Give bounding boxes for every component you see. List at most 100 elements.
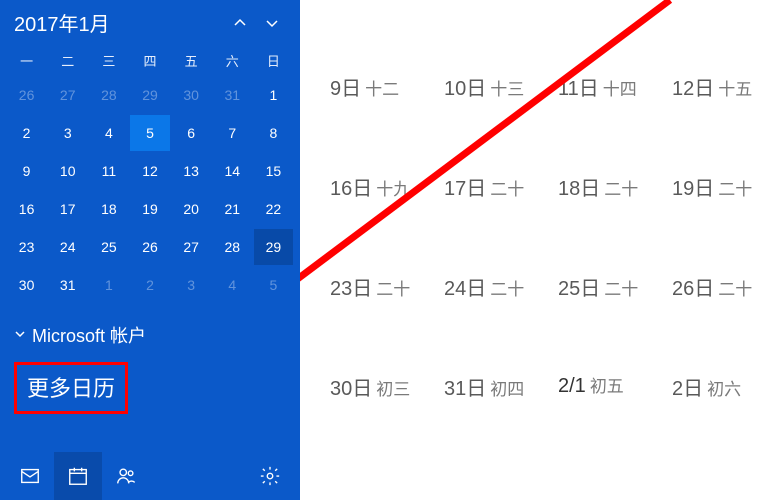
weekday: 二 [47,51,88,70]
date-cell[interactable]: 7 [213,115,252,151]
date-cell[interactable]: 5 [254,267,293,303]
day-cell[interactable]: 10日十三 [444,72,554,101]
day-number: 19日 [672,172,714,201]
day-number: 11日 [558,72,599,101]
date-cell[interactable]: 16 [7,191,46,227]
date-cell[interactable]: 13 [172,153,211,189]
day-lunar: 十二 [365,75,399,100]
month-title[interactable]: 2017年1月 [14,8,226,37]
weekday: 一 [6,51,47,70]
date-cell[interactable]: 3 [172,267,211,303]
day-cell[interactable]: 18日二十 [558,172,668,201]
date-cell[interactable]: 8 [254,115,293,151]
day-lunar: 初六 [707,375,741,400]
calendar-button[interactable] [54,452,102,500]
people-button[interactable] [102,452,150,500]
date-cell[interactable]: 5 [130,115,169,151]
date-cell[interactable]: 27 [172,229,211,265]
settings-button[interactable] [246,452,294,500]
date-cell[interactable]: 15 [254,153,293,189]
date-cell[interactable]: 21 [213,191,252,227]
date-cell[interactable]: 2 [7,115,46,151]
date-cell[interactable]: 28 [89,77,128,113]
date-cell[interactable]: 1 [89,267,128,303]
day-cell[interactable]: 24日二十 [444,272,554,301]
date-cell[interactable]: 14 [213,153,252,189]
day-lunar: 十三 [490,75,524,100]
date-cell[interactable]: 27 [48,77,87,113]
date-cell[interactable]: 29 [130,77,169,113]
month-prev[interactable] [226,9,254,37]
date-cell[interactable]: 20 [172,191,211,227]
weekday: 五 [171,51,212,70]
day-lunar: 二十 [718,175,752,200]
day-cell[interactable]: 26日二十 [672,272,758,301]
day-cell[interactable]: 11日十四 [558,72,668,101]
date-cell[interactable]: 28 [213,229,252,265]
day-lunar: 二十 [718,275,752,300]
bottom-bar [0,452,300,500]
date-cell[interactable]: 22 [254,191,293,227]
date-cell[interactable]: 31 [48,267,87,303]
day-lunar: 初五 [590,372,624,397]
day-cell[interactable]: 12日十五 [672,72,758,101]
day-cell[interactable]: 17日二十 [444,172,554,201]
day-cell[interactable]: 31日初四 [444,372,554,401]
more-calendars-button[interactable]: 更多日历 [14,362,128,414]
mini-calendar: 2627282930311234567891011121314151617181… [0,76,300,304]
people-icon [115,465,137,487]
date-cell[interactable]: 1 [254,77,293,113]
day-lunar: 二十 [376,275,410,300]
day-cell[interactable]: 23日二十 [330,272,440,301]
date-row: 23242526272829 [0,228,300,266]
date-cell[interactable]: 31 [213,77,252,113]
account-section[interactable]: Microsoft 帐户 [0,304,300,354]
date-cell[interactable]: 12 [130,153,169,189]
chevron-up-icon [233,16,247,30]
date-cell[interactable]: 29 [254,229,293,265]
day-cell[interactable]: 2/1初五 [558,372,668,398]
date-cell[interactable]: 26 [7,77,46,113]
day-number: 26日 [672,272,714,301]
date-cell[interactable]: 4 [213,267,252,303]
day-cell[interactable]: 25日二十 [558,272,668,301]
day-number: 31日 [444,372,486,401]
day-number: 30日 [330,372,372,401]
main-row: 16日十九17日二十18日二十19日二十 [330,172,758,272]
date-cell[interactable]: 25 [89,229,128,265]
date-cell[interactable]: 23 [7,229,46,265]
date-cell[interactable]: 17 [48,191,87,227]
date-cell[interactable]: 6 [172,115,211,151]
day-number: 2日 [672,372,703,401]
day-cell[interactable]: 2日初六 [672,372,758,401]
day-cell[interactable]: 16日十九 [330,172,440,201]
date-cell[interactable]: 9 [7,153,46,189]
day-lunar: 初四 [490,375,524,400]
month-nav [226,9,286,37]
date-cell[interactable]: 24 [48,229,87,265]
date-cell[interactable]: 18 [89,191,128,227]
date-cell[interactable]: 2 [130,267,169,303]
date-row: 2345678 [0,114,300,152]
weekday: 日 [253,51,294,70]
date-cell[interactable]: 30 [7,267,46,303]
day-cell[interactable]: 19日二十 [672,172,758,201]
date-cell[interactable]: 19 [130,191,169,227]
day-number: 24日 [444,272,486,301]
weekday-row: 一 二 三 四 五 六 日 [0,43,300,76]
date-row: 303112345 [0,266,300,304]
weekday: 四 [129,51,170,70]
month-next[interactable] [258,9,286,37]
day-lunar: 十五 [718,75,752,100]
main-row: 23日二十24日二十25日二十26日二十 [330,272,758,372]
day-cell[interactable]: 9日十二 [330,72,440,101]
date-cell[interactable]: 30 [172,77,211,113]
date-cell[interactable]: 26 [130,229,169,265]
mail-button[interactable] [6,452,54,500]
date-cell[interactable]: 3 [48,115,87,151]
day-lunar: 二十 [490,175,524,200]
day-cell[interactable]: 30日初三 [330,372,440,401]
date-cell[interactable]: 4 [89,115,128,151]
date-cell[interactable]: 11 [89,153,128,189]
date-cell[interactable]: 10 [48,153,87,189]
